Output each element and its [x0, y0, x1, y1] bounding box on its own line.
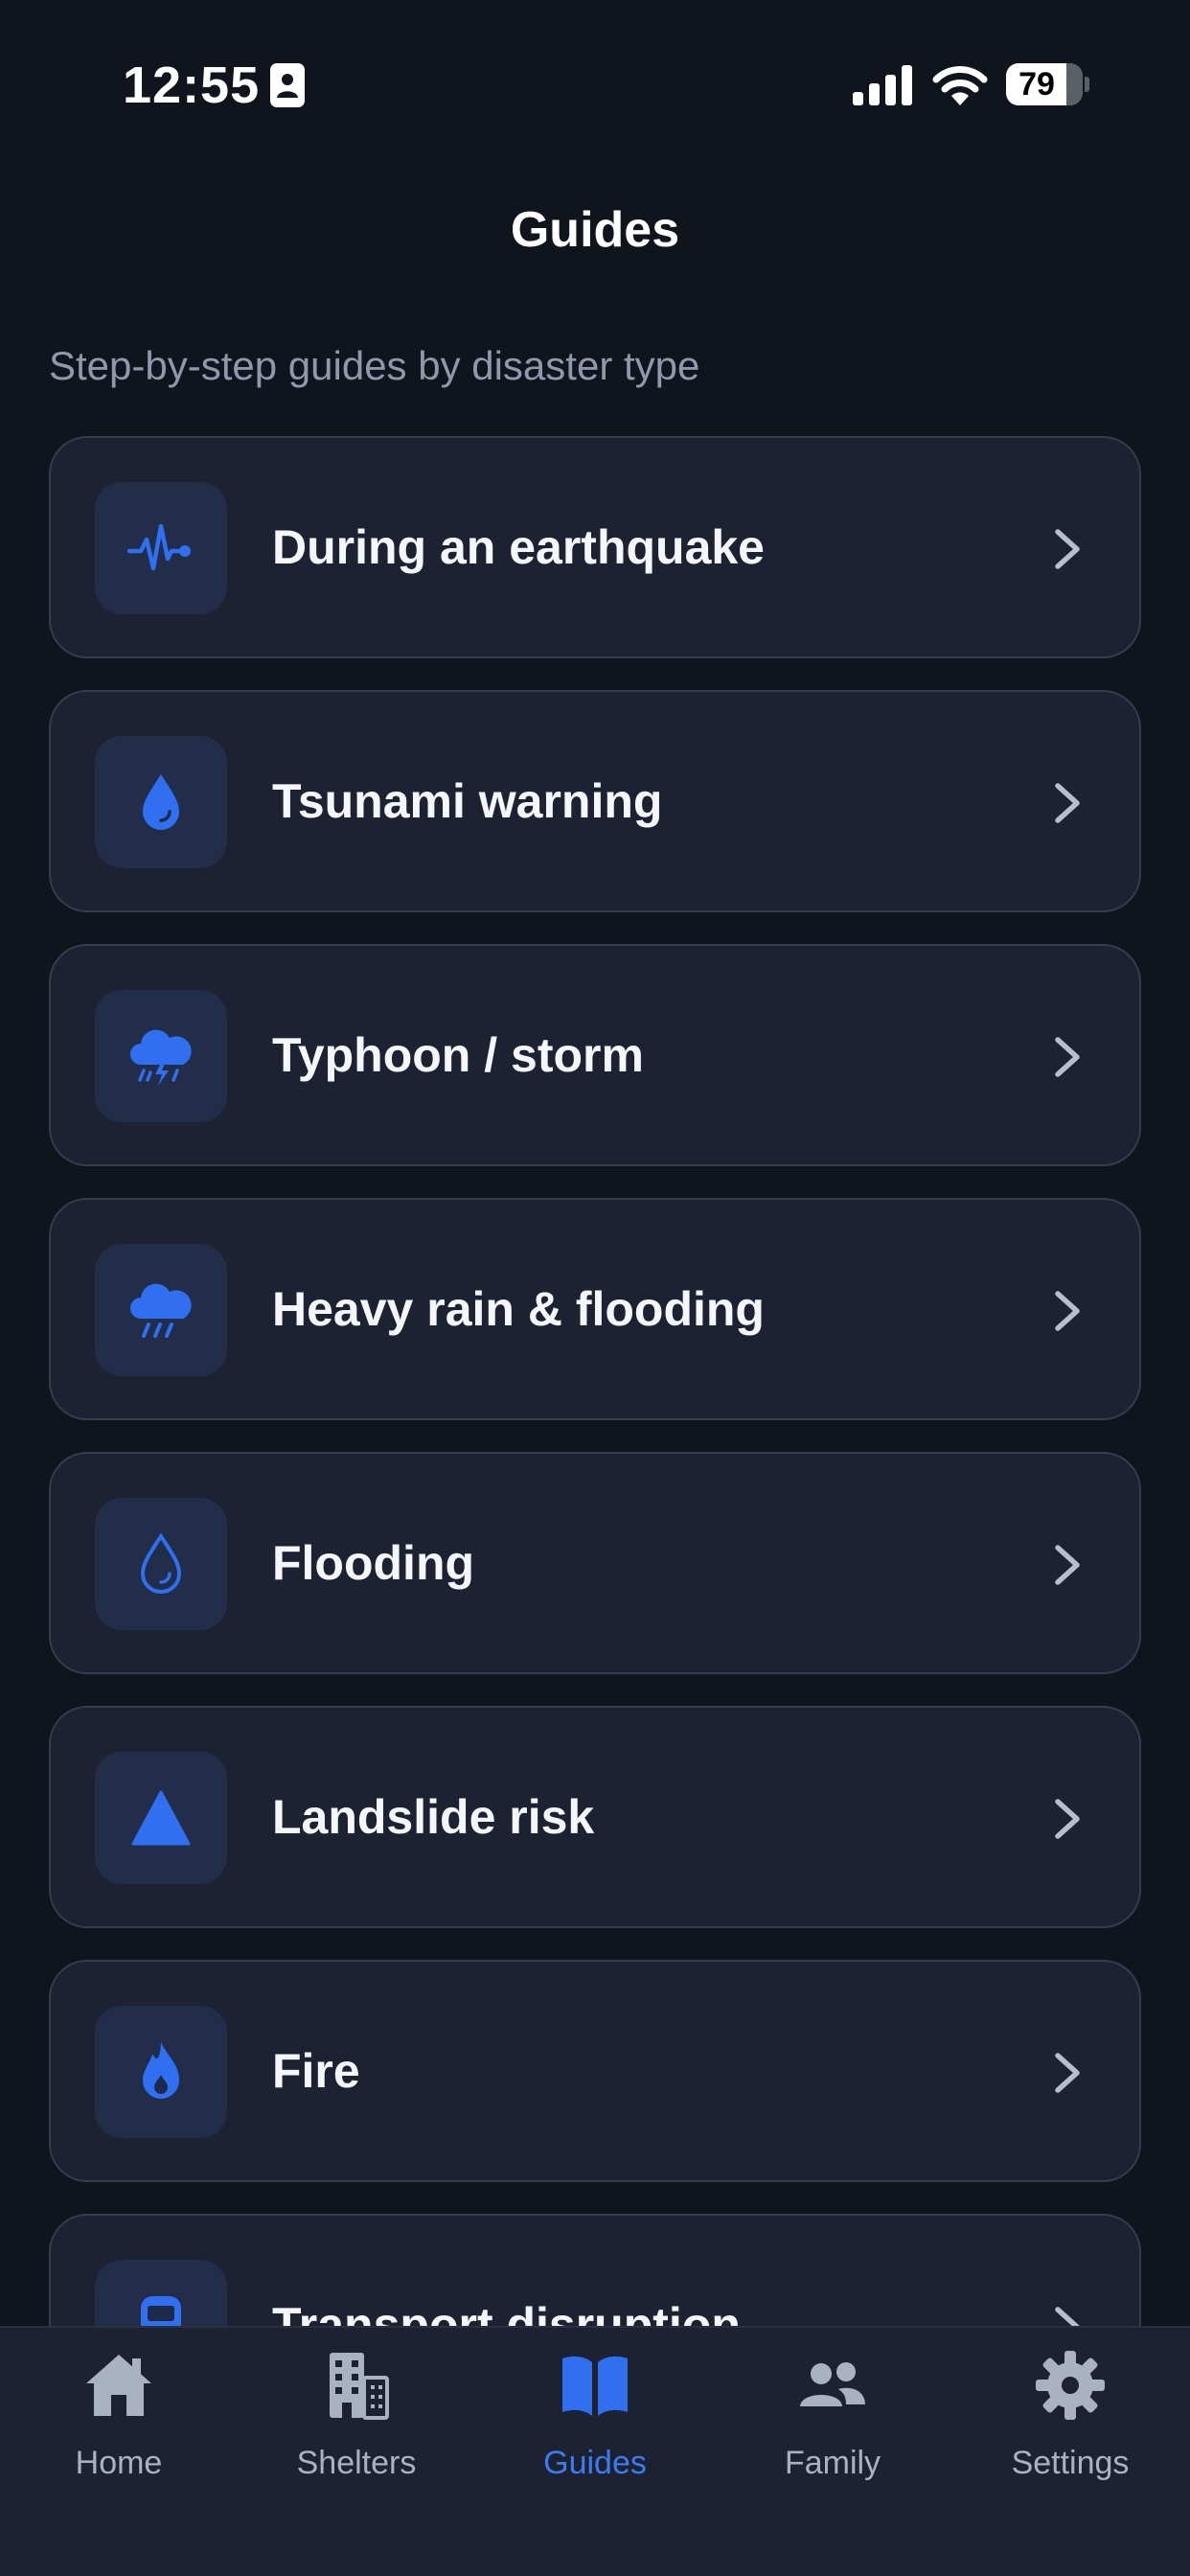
- thunderstorm-icon: [130, 1029, 192, 1086]
- guide-item-fire[interactable]: Fire: [49, 1960, 1141, 2182]
- icon-tile: [95, 482, 227, 614]
- icon-tile: [95, 1244, 227, 1376]
- rain-cloud-icon: [130, 1283, 192, 1338]
- guide-list[interactable]: During an earthquake Tsunami warning Typ…: [49, 436, 1141, 2326]
- guide-item-tsunami[interactable]: Tsunami warning: [49, 690, 1141, 912]
- battery-percentage: 79: [1018, 66, 1055, 103]
- guide-item-label: Landslide risk: [272, 1790, 595, 1844]
- chevron-right-icon: [1055, 529, 1080, 569]
- home-icon: [86, 2355, 151, 2416]
- tab-shelters[interactable]: Shelters: [238, 2328, 475, 2519]
- flame-icon: [143, 2042, 179, 2099]
- gear-icon: [1036, 2351, 1105, 2420]
- chevron-right-icon: [1055, 1545, 1080, 1585]
- guide-item-earthquake[interactable]: During an earthquake: [49, 436, 1141, 658]
- chevron-right-icon: [1055, 1291, 1080, 1331]
- drop-outline-icon: [140, 1532, 182, 1594]
- battery-indicator: 79: [1006, 63, 1089, 105]
- tab-label: Guides: [543, 2445, 647, 2481]
- guide-item-label: Transport disruption: [272, 2298, 741, 2326]
- book-icon: [562, 2356, 628, 2416]
- people-icon: [800, 2362, 865, 2406]
- guide-item-label: Fire: [272, 2044, 360, 2098]
- chevron-right-icon: [1055, 1037, 1080, 1077]
- status-bar: 12:55 79: [0, 0, 1190, 144]
- icon-tile: [95, 990, 227, 1122]
- chevron-right-icon: [1055, 1799, 1080, 1839]
- guides-screen: 12:55 79 Guides Step-by-step guides by d…: [0, 0, 1190, 2576]
- chevron-right-icon: [1055, 2307, 1080, 2326]
- status-time: 12:55: [123, 57, 261, 114]
- tab-label: Settings: [1011, 2445, 1130, 2481]
- train-icon: [141, 2296, 181, 2326]
- wifi-icon: [932, 66, 988, 105]
- icon-tile: [95, 1498, 227, 1630]
- water-drop-icon: [143, 774, 179, 830]
- tab-label: Family: [784, 2445, 881, 2481]
- chevron-right-icon: [1055, 2053, 1080, 2093]
- guide-item-label: Typhoon / storm: [272, 1028, 644, 1082]
- cellular-signal-icon: [853, 65, 912, 105]
- tab-bar: Home Shelters Guides Family Settings: [0, 2326, 1190, 2576]
- chevron-right-icon: [1055, 783, 1080, 823]
- tab-family[interactable]: Family: [714, 2328, 951, 2519]
- guide-item-transport[interactable]: Transport disruption: [49, 2214, 1141, 2326]
- guide-item-label: Heavy rain & flooding: [272, 1282, 765, 1336]
- tab-settings[interactable]: Settings: [951, 2328, 1189, 2519]
- guide-item-heavy-rain[interactable]: Heavy rain & flooding: [49, 1198, 1141, 1420]
- guide-item-typhoon[interactable]: Typhoon / storm: [49, 944, 1141, 1166]
- contact-card-icon: [270, 63, 305, 107]
- page-title: Guides: [510, 202, 680, 258]
- guide-item-flooding[interactable]: Flooding: [49, 1452, 1141, 1674]
- building-icon: [330, 2353, 389, 2420]
- tab-guides[interactable]: Guides: [476, 2328, 714, 2519]
- tab-home[interactable]: Home: [0, 2328, 238, 2519]
- tab-label: Shelters: [296, 2445, 417, 2481]
- triangle-icon: [131, 1790, 191, 1846]
- icon-tile: [95, 736, 227, 868]
- icon-tile: [95, 2006, 227, 2138]
- page-subtitle: Step-by-step guides by disaster type: [49, 343, 700, 388]
- icon-tile: [95, 1752, 227, 1884]
- guide-item-label: Tsunami warning: [272, 774, 663, 828]
- tab-label: Home: [75, 2445, 163, 2481]
- icon-tile: [95, 2260, 227, 2326]
- guide-item-landslide[interactable]: Landslide risk: [49, 1706, 1141, 1928]
- guide-item-label: During an earthquake: [272, 520, 765, 574]
- pulse-icon: [127, 523, 191, 571]
- guide-item-label: Flooding: [272, 1536, 475, 1590]
